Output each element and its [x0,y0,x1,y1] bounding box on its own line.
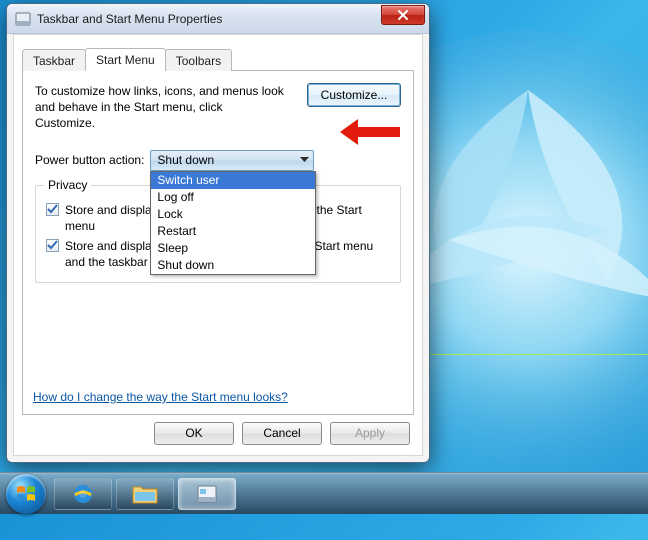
windows-logo-icon [15,483,37,505]
power-button-label: Power button action: [35,153,144,167]
check-icon [47,204,58,215]
taskbar[interactable] [0,472,648,514]
power-option[interactable]: Restart [151,223,315,240]
power-button-value: Shut down [151,153,295,167]
tab-strip: Taskbar Start Menu Toolbars [22,47,414,71]
dialog-buttons: OK Cancel Apply [154,422,410,445]
ok-button[interactable]: OK [154,422,234,445]
power-option[interactable]: Lock [151,206,315,223]
privacy-legend: Privacy [44,178,91,192]
wallpaper-horizon-line [430,354,648,355]
apply-button[interactable]: Apply [330,422,410,445]
window-app-icon [15,11,31,27]
chevron-down-icon [300,157,309,163]
taskbar-app-ie[interactable] [54,478,112,510]
power-option[interactable]: Log off [151,189,315,206]
tab-toolbars[interactable]: Toolbars [165,49,232,71]
cancel-button[interactable]: Cancel [242,422,322,445]
taskbar-app-properties[interactable] [178,478,236,510]
privacy-checkbox-2[interactable] [46,239,59,252]
power-button-dropdown: Switch userLog offLockRestartSleepShut d… [150,171,316,275]
power-option[interactable]: Sleep [151,240,315,257]
start-button[interactable] [6,474,46,514]
close-button[interactable] [381,5,425,25]
customize-button[interactable]: Customize... [307,83,401,107]
folder-icon [132,483,158,505]
taskbar-app-explorer[interactable] [116,478,174,510]
power-button-combo[interactable]: Shut down Switch userLog offLockRestartS… [150,150,314,171]
ie-icon [71,482,95,506]
power-option[interactable]: Shut down [151,257,315,274]
help-link[interactable]: How do I change the way the Start menu l… [33,390,288,404]
check-icon [47,240,58,251]
titlebar[interactable]: Taskbar and Start Menu Properties [7,4,429,34]
tab-taskbar[interactable]: Taskbar [22,49,86,71]
tab-page-start-menu: To customize how links, icons, and menus… [22,71,414,415]
close-icon [397,10,409,20]
window-title: Taskbar and Start Menu Properties [37,12,381,26]
combo-dropdown-button[interactable] [295,151,313,170]
window-client-area: Taskbar Start Menu Toolbars To customize… [13,34,423,456]
instructions-text: To customize how links, icons, and menus… [35,83,285,132]
privacy-checkbox-1[interactable] [46,203,59,216]
properties-window: Taskbar and Start Menu Properties Taskba… [6,3,430,463]
properties-window-icon [196,483,218,505]
power-option[interactable]: Switch user [151,172,315,189]
tab-start-menu[interactable]: Start Menu [85,48,166,71]
